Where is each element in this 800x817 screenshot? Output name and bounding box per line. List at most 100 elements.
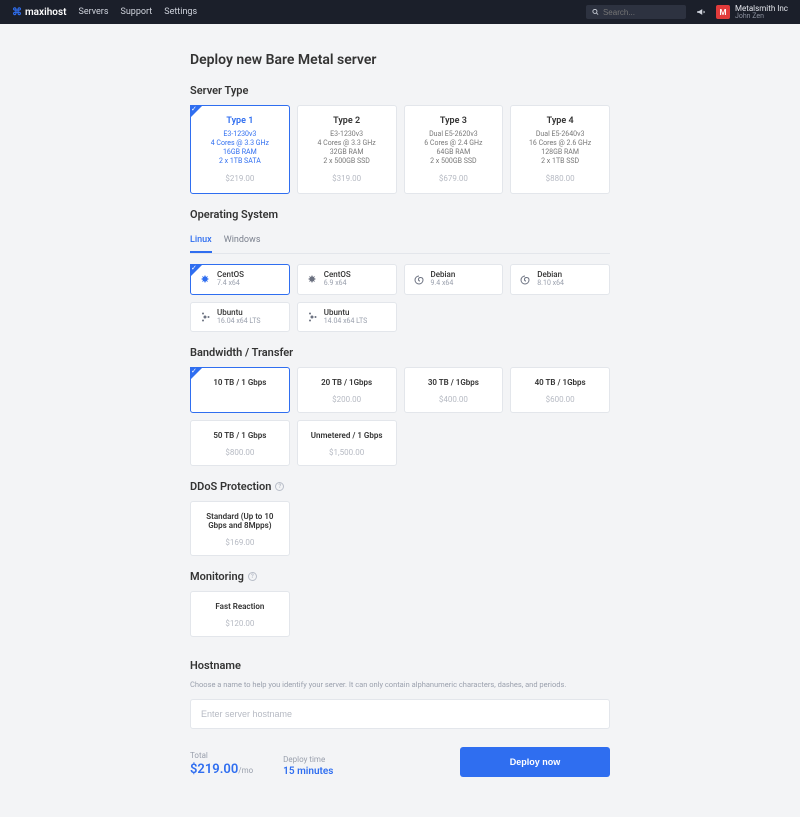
page-content: Deploy new Bare Metal server Server Type… — [190, 24, 610, 817]
search-icon — [592, 8, 599, 16]
deploy-button[interactable]: Deploy now — [460, 747, 610, 777]
os-card[interactable]: CentOS 6.9 x64 — [297, 264, 397, 294]
hostname-help: Choose a name to help you identify your … — [190, 680, 610, 689]
avatar: M — [716, 5, 730, 19]
bw-title: 50 TB / 1 Gbps — [199, 431, 281, 440]
bw-title: 40 TB / 1Gbps — [519, 378, 601, 387]
bandwidth-heading: Bandwidth / Transfer — [190, 346, 610, 359]
bandwidth-row-1: 10 TB / 1 Gbps 20 TB / 1Gbps $200.00 30 … — [190, 367, 610, 413]
server-card-specs: Dual E5-2640v3 16 Cores @ 2.6 GHz 128GB … — [519, 130, 601, 166]
ubuntu-icon — [306, 311, 318, 323]
os-card[interactable]: Debian 8.10 x64 — [510, 264, 610, 294]
server-type-options: Type 1 E3-1230v3 4 Cores @ 3.3 GHz 16GB … — [190, 105, 610, 194]
server-type-card[interactable]: Type 2 E3-1230v3 4 Cores @ 3.3 GHz 32GB … — [297, 105, 397, 194]
server-type-card[interactable]: Type 3 Dual E5-2620v3 6 Cores @ 2.4 GHz … — [404, 105, 504, 194]
search-input[interactable] — [603, 8, 680, 17]
os-card[interactable]: Ubuntu 16.04 x64 LTS — [190, 302, 290, 332]
monitoring-card[interactable]: Fast Reaction $120.00 — [190, 591, 290, 637]
os-options-row-2: Ubuntu 16.04 x64 LTS Ubuntu 14.04 x64 LT… — [190, 302, 610, 332]
footer-deploy-time: Deploy time 15 minutes — [283, 755, 333, 777]
os-sub: 9.4 x64 — [431, 280, 456, 288]
monitoring-options: Fast Reaction $120.00 — [190, 591, 610, 637]
help-icon[interactable]: ? — [248, 572, 257, 581]
os-sub: 7.4 x64 — [217, 280, 244, 288]
brand-logo-icon: ⌘ — [12, 7, 21, 18]
bandwidth-card[interactable]: 30 TB / 1Gbps $400.00 — [404, 367, 504, 413]
user-menu[interactable]: M Metalsmith Inc John Zen — [716, 5, 788, 20]
user-text: Metalsmith Inc John Zen — [735, 5, 788, 20]
server-card-title: Type 4 — [519, 116, 601, 126]
os-sub: 8.10 x64 — [537, 280, 564, 288]
footer-total: Total $219.00/mo — [190, 751, 253, 777]
centos-icon — [306, 274, 318, 286]
os-heading: Operating System — [190, 208, 610, 221]
os-sub: 14.04 x64 LTS — [324, 318, 368, 326]
os-card[interactable]: CentOS 7.4 x64 — [190, 264, 290, 294]
hostname-input[interactable] — [190, 699, 610, 729]
server-type-card[interactable]: Type 4 Dual E5-2640v3 16 Cores @ 2.6 GHz… — [510, 105, 610, 194]
ddos-price: $169.00 — [199, 538, 281, 547]
brand-logo[interactable]: ⌘ maxihost — [12, 7, 66, 18]
server-card-price: $219.00 — [199, 174, 281, 183]
hostname-heading: Hostname — [190, 659, 610, 672]
bw-price: $400.00 — [413, 395, 495, 404]
bw-price: $800.00 — [199, 448, 281, 457]
bandwidth-card[interactable]: Unmetered / 1 Gbps $1,500.00 — [297, 420, 397, 466]
monitoring-title: Fast Reaction — [199, 602, 281, 611]
server-card-specs: E3-1230v3 4 Cores @ 3.3 GHz 32GB RAM 2 x… — [306, 130, 388, 166]
monitoring-price: $120.00 — [199, 619, 281, 628]
debian-icon — [519, 274, 531, 286]
nav-link-settings[interactable]: Settings — [164, 7, 197, 17]
megaphone-icon — [696, 7, 706, 17]
ddos-heading-text: DDoS Protection — [190, 480, 271, 493]
server-card-title: Type 3 — [413, 116, 495, 126]
bw-price: $200.00 — [306, 395, 388, 404]
os-card[interactable]: Ubuntu 14.04 x64 LTS — [297, 302, 397, 332]
nav-links: ⌘ maxihost Servers Support Settings — [12, 7, 197, 18]
nav-link-support[interactable]: Support — [120, 7, 152, 17]
bw-title: 20 TB / 1Gbps — [306, 378, 388, 387]
page-title: Deploy new Bare Metal server — [190, 52, 610, 68]
server-type-heading: Server Type — [190, 84, 610, 97]
bw-title: 10 TB / 1 Gbps — [199, 378, 281, 387]
ddos-options: Standard (Up to 10 Gbps and 8Mpps) $169.… — [190, 501, 610, 556]
ddos-card[interactable]: Standard (Up to 10 Gbps and 8Mpps) $169.… — [190, 501, 290, 556]
help-icon[interactable]: ? — [275, 482, 284, 491]
bandwidth-card[interactable]: 40 TB / 1Gbps $600.00 — [510, 367, 610, 413]
server-card-specs: E3-1230v3 4 Cores @ 3.3 GHz 16GB RAM 2 x… — [199, 130, 281, 166]
os-options-row-1: CentOS 7.4 x64 CentOS 6.9 x64 Debian 9.4… — [190, 264, 610, 294]
top-nav: ⌘ maxihost Servers Support Settings M Me… — [0, 0, 800, 24]
os-sub: 16.04 x64 LTS — [217, 318, 261, 326]
os-sub: 6.9 x64 — [324, 280, 351, 288]
server-card-price: $679.00 — [413, 174, 495, 183]
server-card-price: $319.00 — [306, 174, 388, 183]
server-card-price: $880.00 — [519, 174, 601, 183]
search-wrapper[interactable] — [586, 5, 686, 19]
monitoring-heading-text: Monitoring — [190, 570, 244, 583]
server-type-card[interactable]: Type 1 E3-1230v3 4 Cores @ 3.3 GHz 16GB … — [190, 105, 290, 194]
brand-name: maxihost — [25, 7, 66, 18]
notifications-button[interactable] — [696, 7, 706, 17]
deploy-time-label: Deploy time — [283, 755, 333, 764]
bandwidth-card[interactable]: 50 TB / 1 Gbps $800.00 — [190, 420, 290, 466]
tab-windows[interactable]: Windows — [224, 229, 261, 253]
server-card-specs: Dual E5-2620v3 6 Cores @ 2.4 GHz 64GB RA… — [413, 130, 495, 166]
footer: Total $219.00/mo Deploy time 15 minutes … — [190, 747, 610, 777]
bandwidth-card[interactable]: 20 TB / 1Gbps $200.00 — [297, 367, 397, 413]
server-card-title: Type 1 — [199, 116, 281, 126]
ubuntu-icon — [199, 311, 211, 323]
bw-title: 30 TB / 1Gbps — [413, 378, 495, 387]
bandwidth-row-2: 50 TB / 1 Gbps $800.00 Unmetered / 1 Gbp… — [190, 420, 610, 466]
total-label: Total — [190, 751, 253, 760]
os-card[interactable]: Debian 9.4 x64 — [404, 264, 504, 294]
ddos-heading: DDoS Protection ? — [190, 480, 610, 493]
ddos-title: Standard (Up to 10 Gbps and 8Mpps) — [199, 512, 281, 530]
server-card-title: Type 2 — [306, 116, 388, 126]
nav-link-servers[interactable]: Servers — [78, 7, 108, 17]
bandwidth-card[interactable]: 10 TB / 1 Gbps — [190, 367, 290, 413]
bw-price: $1,500.00 — [306, 448, 388, 457]
tab-linux[interactable]: Linux — [190, 229, 212, 253]
user-person: John Zen — [735, 13, 788, 20]
monitoring-heading: Monitoring ? — [190, 570, 610, 583]
os-tabs: Linux Windows — [190, 229, 610, 254]
